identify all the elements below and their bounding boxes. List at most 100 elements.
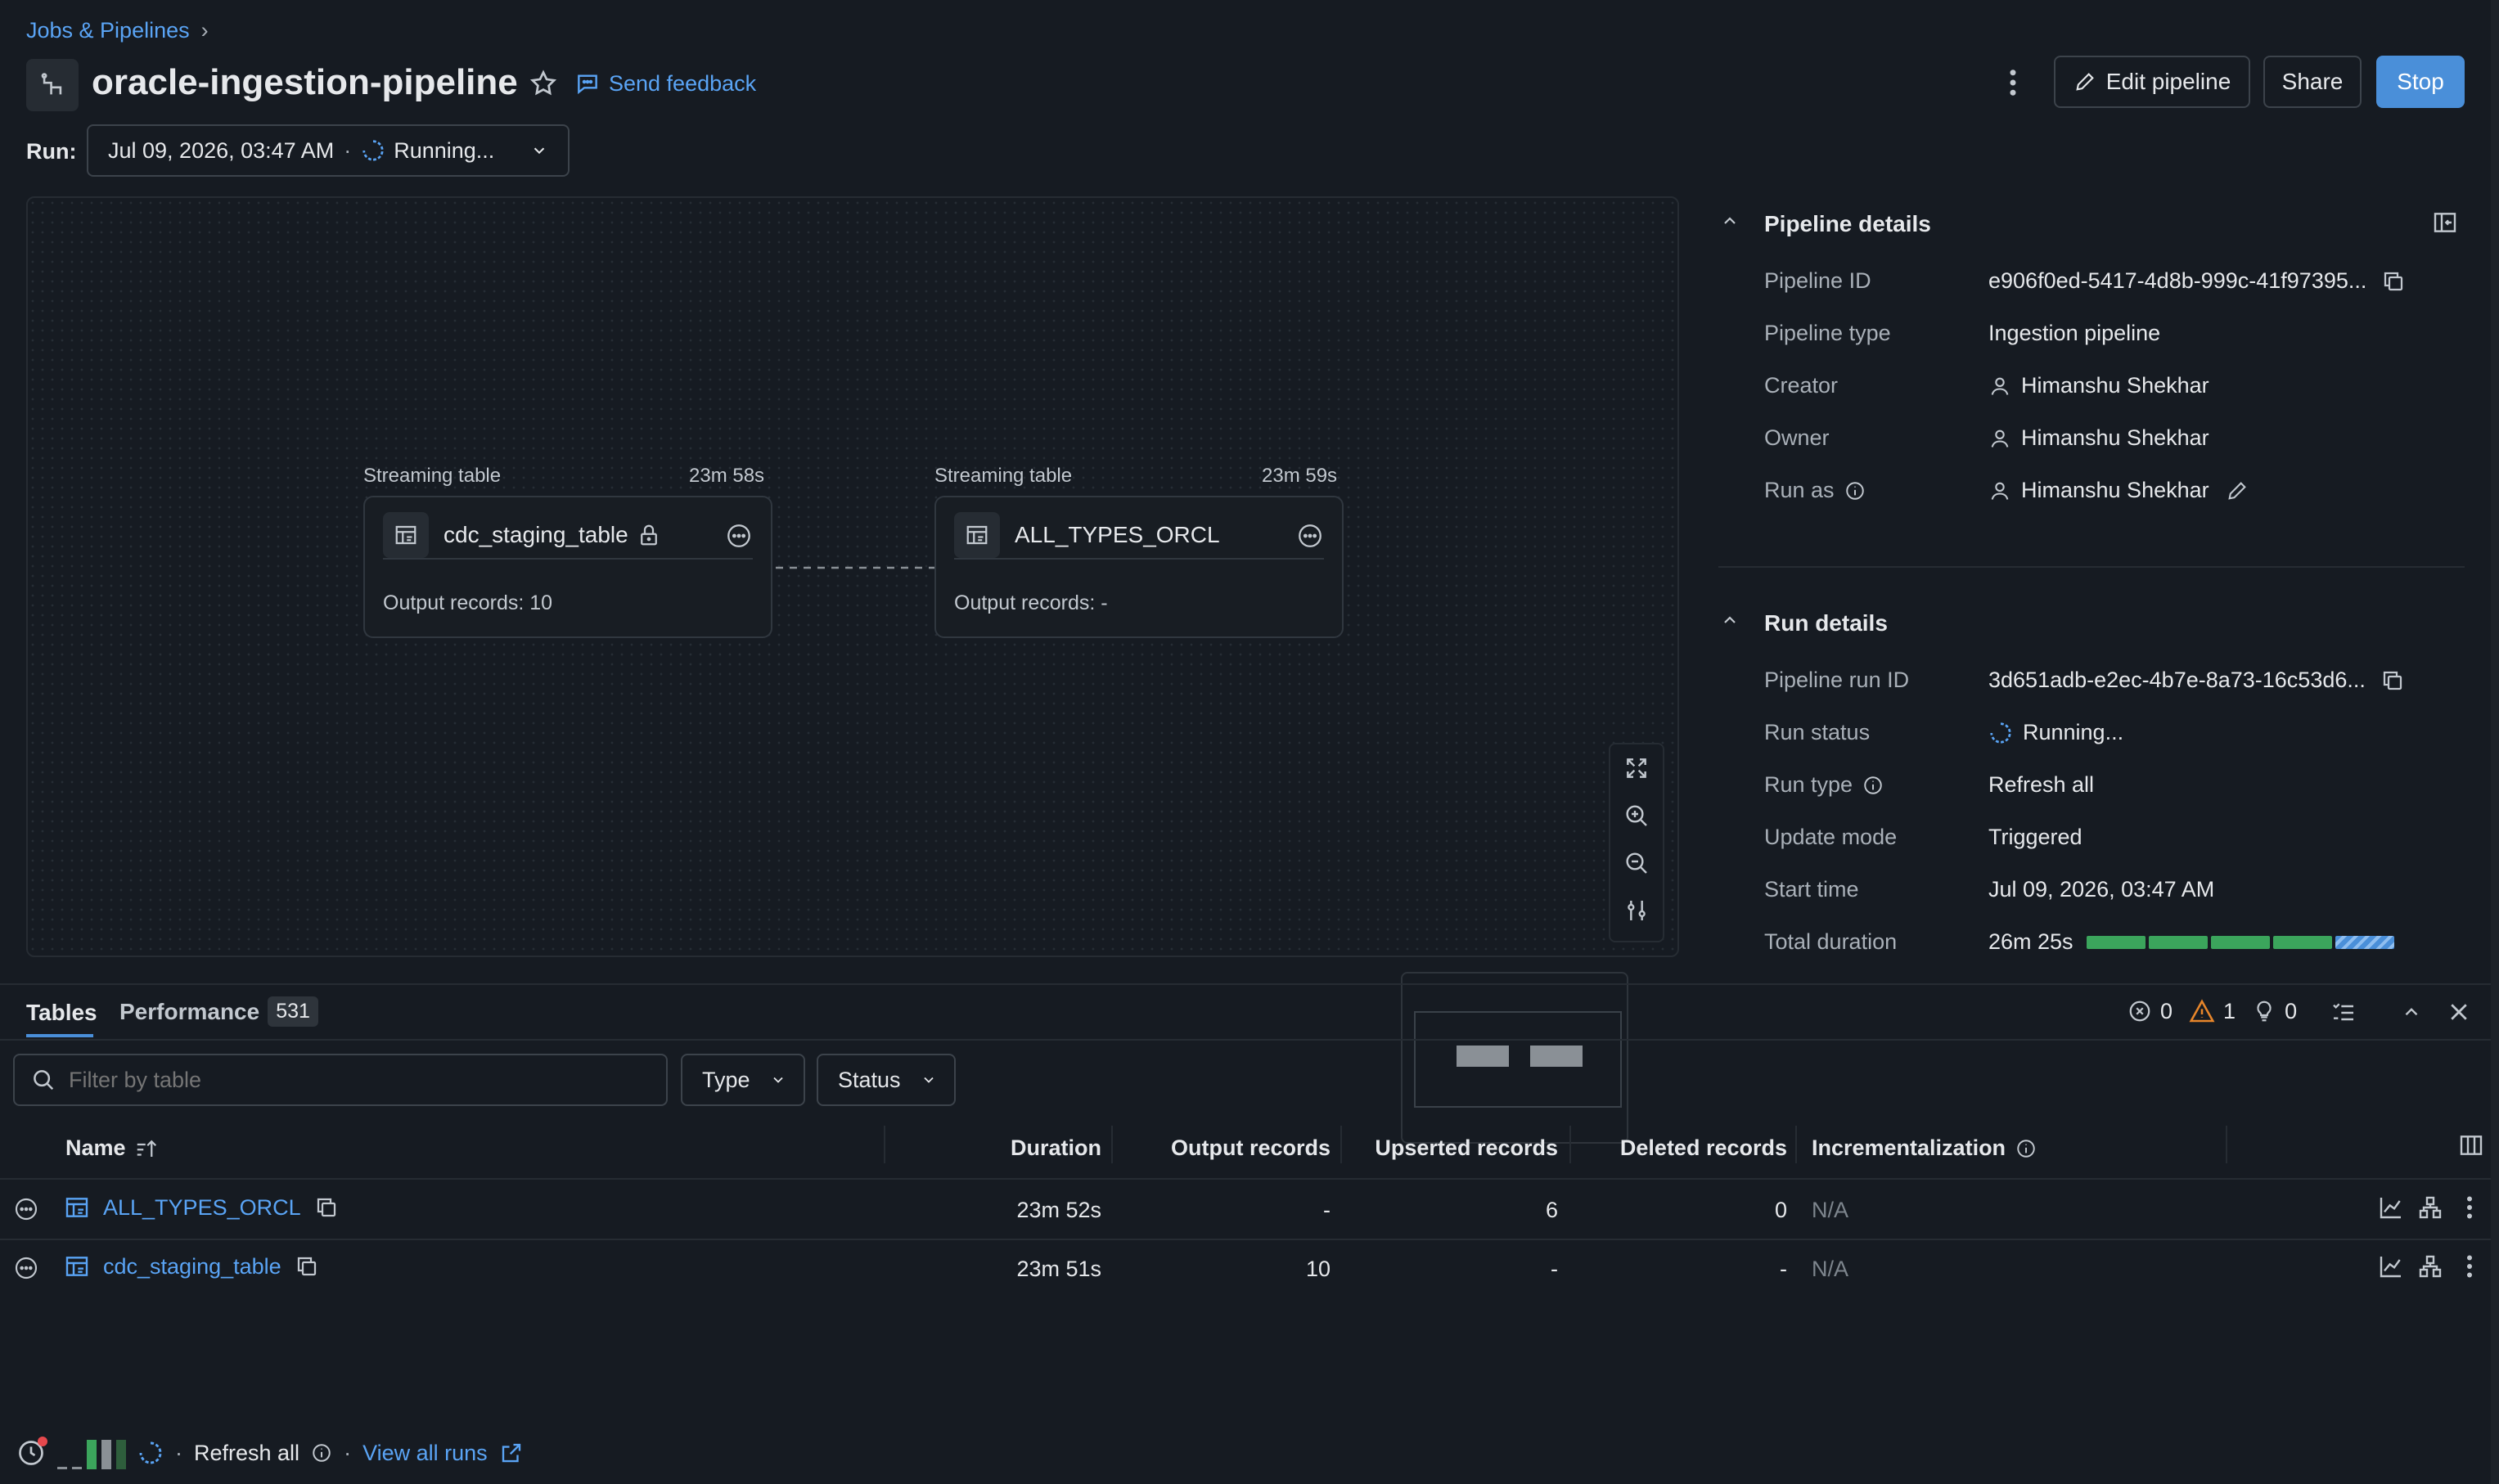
deleted-records-cell: - [1780, 1257, 1787, 1281]
deleted-records-cell: 0 [1774, 1198, 1787, 1222]
lineage-icon[interactable] [2417, 1253, 2443, 1279]
info-icon[interactable] [1862, 775, 1884, 796]
detail-row-pipeline-type: Pipeline type Ingestion pipeline [1764, 321, 2160, 346]
column-header-incrementalization[interactable]: Incrementalization [1812, 1135, 2037, 1161]
info-icon[interactable] [1844, 480, 1866, 501]
spinner-icon [1988, 721, 2013, 745]
column-header-deleted-records[interactable]: Deleted records [1579, 1135, 1787, 1161]
column-header-upserted-records[interactable]: Upserted records [1350, 1135, 1558, 1161]
edit-run-as-icon[interactable] [2226, 479, 2249, 502]
metrics-chart-icon[interactable] [2378, 1253, 2404, 1279]
more-options-icon[interactable] [725, 522, 753, 550]
column-separator [1111, 1126, 1113, 1163]
column-header-name[interactable]: Name [65, 1135, 159, 1161]
pipeline-id-value: e906f0ed-5417-4d8b-999c-41f97395... [1988, 268, 2367, 293]
fit-view-icon[interactable] [1610, 744, 1663, 792]
window-scrollbar[interactable] [2491, 0, 2499, 1484]
lineage-icon[interactable] [2417, 1194, 2443, 1221]
detail-key: Pipeline type [1764, 321, 1891, 345]
pipeline-details-title: Pipeline details [1764, 211, 1931, 236]
issues-summary[interactable]: 0 1 0 [2128, 998, 2297, 1024]
graph-node-cdc-staging-table[interactable]: cdc_staging_table Output records: 10 [363, 496, 772, 638]
graph-canvas[interactable]: Streaming table 23m 58s cdc_staging_tabl… [26, 196, 1679, 1144]
node-duration: 23m 58s [689, 465, 765, 487]
user-icon [1988, 375, 2011, 398]
layout-settings-icon[interactable] [1610, 887, 1663, 934]
info-icon[interactable] [2015, 1138, 2037, 1159]
user-icon [1988, 427, 2011, 450]
status-filter-dropdown[interactable]: Status [817, 1054, 956, 1106]
detail-key: Run type [1764, 772, 1853, 797]
run-history-bars[interactable] [57, 1437, 126, 1469]
detail-row-creator: Creator Himanshu Shekhar [1764, 373, 2209, 398]
output-records-cell: - [1323, 1198, 1331, 1222]
send-feedback-link[interactable]: Send feedback [574, 70, 756, 97]
filter-search-box[interactable] [13, 1054, 668, 1106]
table-name-link[interactable]: cdc_staging_table [103, 1254, 281, 1279]
graph-node-all-types-orcl[interactable]: ALL_TYPES_ORCL Output records: - [934, 496, 1344, 638]
pipeline-icon [26, 59, 79, 111]
feedback-icon [574, 70, 601, 97]
edit-pipeline-label: Edit pipeline [2105, 69, 2231, 94]
kebab-menu-icon[interactable] [2000, 65, 2026, 100]
star-icon[interactable] [529, 69, 558, 98]
tab-tables[interactable]: Tables [26, 1000, 97, 1026]
copy-icon[interactable] [295, 1254, 319, 1279]
streaming-table-icon [383, 512, 429, 558]
list-view-icon[interactable] [2330, 1000, 2357, 1026]
view-all-runs-link[interactable]: View all runs [362, 1441, 488, 1466]
tab-performance[interactable]: Performance 531 [119, 996, 318, 1027]
table-name-link[interactable]: ALL_TYPES_ORCL [103, 1195, 301, 1221]
zoom-out-icon[interactable] [1610, 839, 1663, 887]
streaming-table-icon [64, 1253, 90, 1279]
footer-refresh-all: Refresh all [194, 1440, 300, 1465]
lock-icon [637, 523, 661, 547]
zoom-in-icon[interactable] [1610, 792, 1663, 839]
collapse-run-details-icon[interactable] [1720, 610, 1740, 630]
copy-icon[interactable] [314, 1195, 339, 1220]
run-status: Running... [394, 137, 495, 163]
error-count: 0 [2160, 998, 2173, 1023]
incrementalization-cell: N/A [1812, 1198, 1849, 1222]
share-button[interactable]: Share [2263, 56, 2362, 108]
detail-key: Total duration [1764, 929, 1898, 954]
edit-pipeline-button[interactable]: Edit pipeline [2054, 56, 2250, 108]
filter-by-table-input[interactable] [69, 1067, 642, 1093]
metrics-chart-icon[interactable] [2378, 1194, 2404, 1221]
breadcrumb-jobs-pipelines[interactable]: Jobs & Pipelines [26, 18, 190, 43]
spinner-icon [137, 1440, 164, 1466]
minimap-node [1530, 1046, 1583, 1067]
detail-row-pipeline-id: Pipeline ID e906f0ed-5417-4d8b-999c-41f9… [1764, 268, 2406, 294]
expand-panel-icon[interactable] [2401, 1001, 2422, 1023]
stop-button[interactable]: Stop [2376, 56, 2465, 108]
duration-cell: 23m 51s [1016, 1257, 1101, 1281]
incrementalization-cell: N/A [1812, 1257, 1849, 1281]
row-kebab-icon[interactable] [2460, 1193, 2479, 1222]
row-kebab-icon[interactable] [2460, 1252, 2479, 1281]
detail-key: Creator [1764, 373, 1839, 398]
info-icon[interactable] [311, 1442, 332, 1464]
footer-separator: · [344, 1440, 352, 1465]
minimap[interactable] [1401, 972, 1628, 1144]
collapse-pipeline-details-icon[interactable] [1720, 211, 1740, 231]
warning-icon [2189, 998, 2215, 1024]
column-header-duration[interactable]: Duration [900, 1135, 1101, 1161]
error-icon [2128, 999, 2152, 1023]
column-settings-icon[interactable] [2458, 1132, 2484, 1158]
minimap-viewport[interactable] [1414, 1011, 1622, 1108]
panel-toggle-icon[interactable] [2432, 209, 2458, 236]
detail-key: Pipeline run ID [1764, 668, 1910, 692]
copy-icon[interactable] [2380, 668, 2405, 693]
run-type-value: Refresh all [1988, 772, 2095, 797]
external-link-icon[interactable] [499, 1441, 524, 1465]
more-options-icon[interactable] [1296, 522, 1324, 550]
close-icon[interactable] [2447, 1000, 2471, 1024]
column-header-output-records[interactable]: Output records [1121, 1135, 1331, 1161]
bottom-panel-top-border [0, 983, 2499, 985]
copy-icon[interactable] [2381, 269, 2406, 294]
run-selector[interactable]: Jul 09, 2026, 03:47 AM · Running... [87, 124, 570, 177]
spinner-icon [361, 138, 385, 163]
history-clock-icon[interactable] [16, 1437, 47, 1468]
pipeline-type-value: Ingestion pipeline [1988, 321, 2161, 345]
type-filter-dropdown[interactable]: Type [681, 1054, 805, 1106]
